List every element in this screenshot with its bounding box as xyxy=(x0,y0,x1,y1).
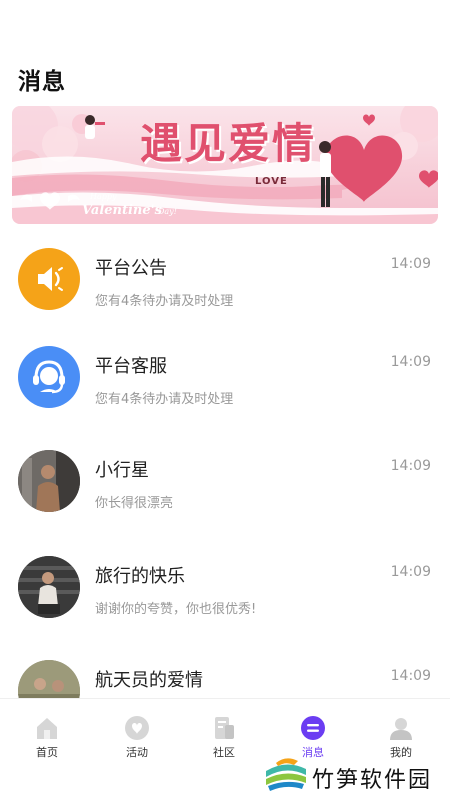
message-sender: 旅行的快乐 xyxy=(95,566,185,587)
avatar xyxy=(18,556,80,618)
tab-community[interactable]: 社区 xyxy=(194,715,254,765)
message-icon xyxy=(301,716,325,740)
home-icon xyxy=(37,718,57,739)
profile-icon xyxy=(390,718,412,740)
message-sender: 平台客服 xyxy=(95,356,167,377)
message-item-user[interactable]: 旅行的快乐 14:09 谢谢你的夸赞，你也很优秀! xyxy=(0,556,450,646)
message-preview: 你长得很漂亮 xyxy=(95,496,174,511)
watermark: 竹笋软件园 xyxy=(264,752,450,798)
tab-label: 活动 xyxy=(126,746,148,759)
message-item-platform-notice[interactable]: 平台公告 14:09 您有4条待办请及时处理 xyxy=(0,248,450,338)
user-photo-icon xyxy=(18,556,80,618)
avatar xyxy=(18,450,80,512)
message-sender: 航天员的爱情 xyxy=(95,670,203,691)
banner-happy-text: Happy xyxy=(90,192,117,201)
banner-valentine-text: Valentine's xyxy=(82,203,162,218)
messages-page: 消息 遇见爱情 LOVE Happy Valentine's Day! 平台公告… xyxy=(0,0,450,800)
avatar xyxy=(18,346,80,408)
message-sender: 平台公告 xyxy=(95,258,167,279)
watermark-logo-icon xyxy=(265,754,307,796)
promo-banner[interactable]: 遇见爱情 LOVE Happy Valentine's Day! xyxy=(12,106,438,224)
message-item-user[interactable]: 小行星 14:09 你长得很漂亮 xyxy=(0,450,450,540)
message-time: 14:09 xyxy=(390,564,431,580)
message-preview: 您有4条待办请及时处理 xyxy=(95,392,234,407)
user-photo-icon xyxy=(18,450,80,512)
tab-activity[interactable]: 活动 xyxy=(107,715,167,765)
avatar xyxy=(18,248,80,310)
message-time: 14:09 xyxy=(390,256,431,272)
headset-icon xyxy=(33,360,65,394)
message-preview: 您有4条待办请及时处理 xyxy=(95,294,234,309)
tab-label: 社区 xyxy=(213,746,235,759)
tab-home[interactable]: 首页 xyxy=(17,715,77,765)
message-item-customer-service[interactable]: 平台客服 14:09 您有4条待办请及时处理 xyxy=(0,346,450,436)
community-icon xyxy=(215,717,234,739)
banner-day-text: Day! xyxy=(158,207,177,216)
message-time: 14:09 xyxy=(390,458,431,474)
heart-icon xyxy=(125,716,149,740)
banner-headline: 遇见爱情 xyxy=(140,119,317,168)
page-title: 消息 xyxy=(18,69,66,95)
speaker-icon xyxy=(38,267,63,291)
message-time: 14:09 xyxy=(390,668,431,684)
watermark-text: 竹笋软件园 xyxy=(312,768,433,793)
message-time: 14:09 xyxy=(390,354,431,370)
message-preview: 谢谢你的夸赞，你也很优秀! xyxy=(95,602,257,617)
message-sender: 小行星 xyxy=(95,460,149,481)
banner-love-text: LOVE xyxy=(255,176,288,187)
tab-label: 首页 xyxy=(36,746,58,759)
